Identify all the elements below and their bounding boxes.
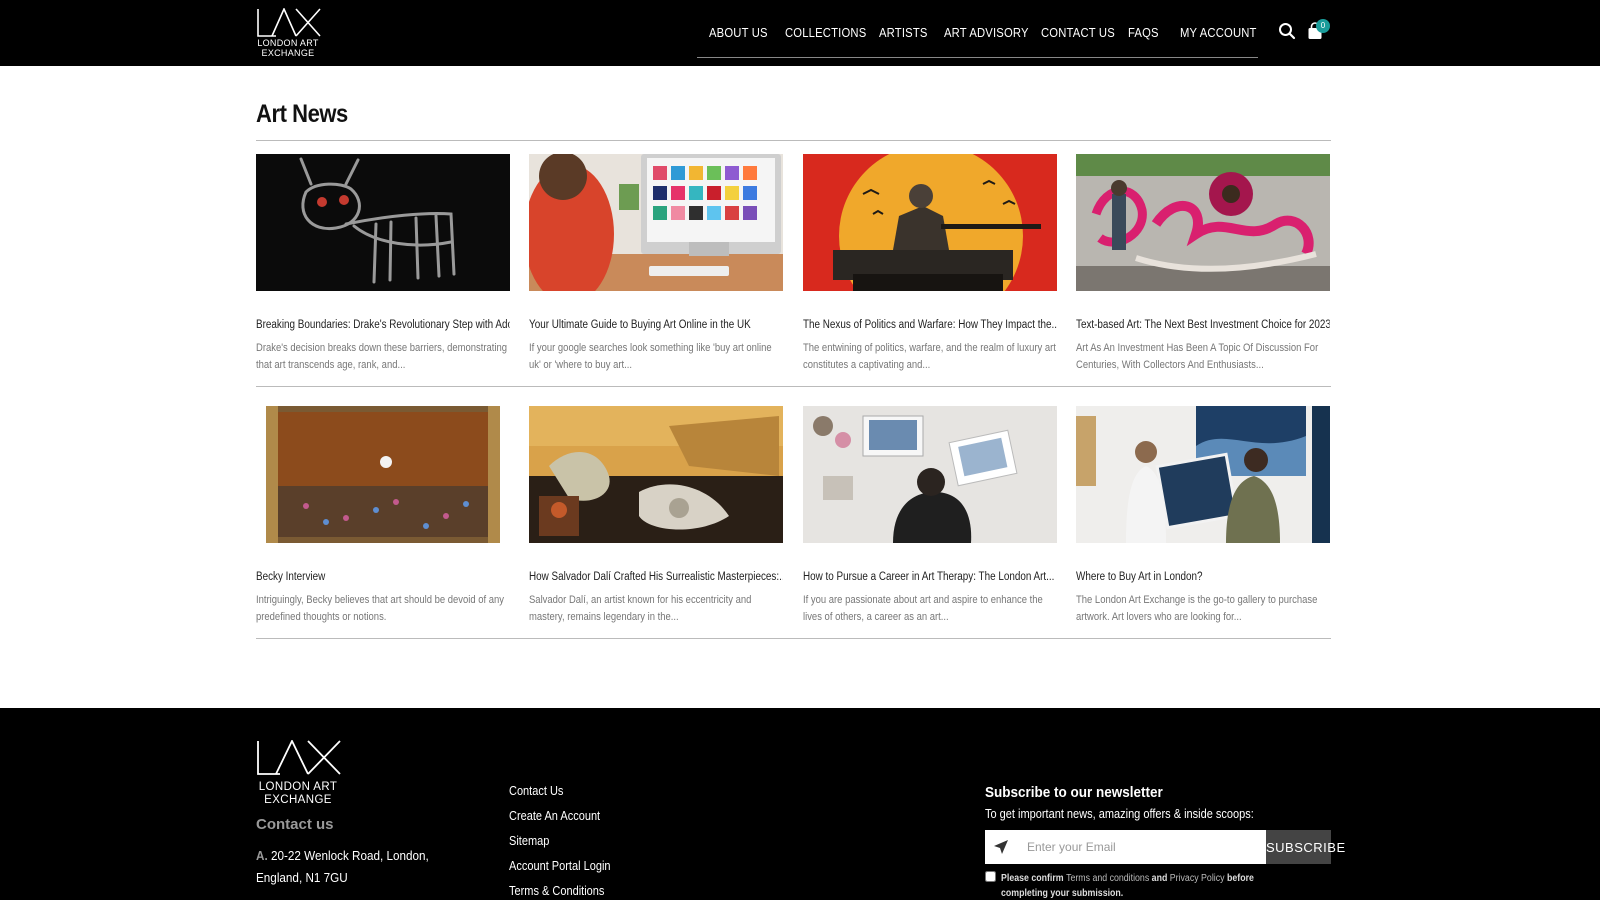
footer-link-sitemap[interactable]: Sitemap [509,834,549,848]
article-image[interactable] [1076,154,1330,291]
article-card[interactable]: How Salvador Dalí Crafted His Surrealist… [529,406,783,623]
logo-line-2: EXCHANGE [261,48,315,58]
footer-link-create-account[interactable]: Create An Account [509,809,600,823]
article-excerpt: Drake's decision breaks down these barri… [256,342,508,371]
article-card[interactable]: Where to Buy Art in London? The London A… [1076,406,1330,623]
article-title[interactable]: How Salvador Dalí Crafted His Surrealist… [529,571,783,583]
article-title[interactable]: Becky Interview [256,571,510,583]
article-excerpt: Art As An Investment Has Been A Topic Of… [1076,342,1319,371]
address-text: 20-22 Wenlock Road, London, England, N1 … [256,848,429,885]
footer-logo[interactable]: LONDON ART EXCHANGE [256,738,346,806]
footer-logo-line-2: EXCHANGE [264,794,332,806]
nav-my-account[interactable]: MY ACCOUNT [1180,26,1257,40]
nav-collections[interactable]: COLLECTIONS [785,26,866,40]
footer-link-terms[interactable]: Terms & Conditions [509,884,604,898]
nav-contact-us[interactable]: CONTACT US [1041,26,1115,40]
newsletter-subtitle: To get important news, amazing offers & … [985,807,1254,821]
newsletter-email-input[interactable] [1027,830,1251,864]
article-title[interactable]: How to Pursue a Career in Art Therapy: T… [803,571,1057,583]
site-header: LONDON ART EXCHANGE ABOUT US COLLECTIONS… [0,0,1600,66]
cart-count-badge: 0 [1316,19,1330,33]
nav-underline [697,57,1258,58]
article-title[interactable]: Breaking Boundaries: Drake's Revolutiona… [256,319,510,331]
article-card[interactable]: Breaking Boundaries: Drake's Revolutiona… [256,154,510,371]
site-logo[interactable]: LONDON ART EXCHANGE [256,8,328,60]
nav-art-advisory[interactable]: ART ADVISORY [944,26,1029,40]
article-excerpt: If you are passionate about art and aspi… [803,594,1043,623]
footer-logo-line-1: LONDON ART [258,781,338,793]
newsletter-form: SUBSCRIBE [985,830,1345,864]
row-divider [256,638,1331,639]
site-footer [0,708,1600,900]
nav-artists[interactable]: ARTISTS [879,26,928,40]
article-card[interactable]: Your Ultimate Guide to Buying Art Online… [529,154,783,371]
nav-about-us[interactable]: ABOUT US [709,26,768,40]
privacy-link[interactable]: Privacy Policy [1170,873,1225,884]
article-card[interactable]: Text-based Art: The Next Best Investment… [1076,154,1330,371]
search-icon[interactable] [1278,22,1298,42]
article-image[interactable] [529,154,783,291]
nav-faqs[interactable]: FAQS [1128,26,1159,40]
article-card[interactable]: The Nexus of Politics and Warfare: How T… [803,154,1057,371]
article-image[interactable] [256,406,510,543]
article-excerpt: If your google searches look something l… [529,342,772,371]
article-image[interactable] [803,154,1057,291]
newsletter-title: Subscribe to our newsletter [985,784,1163,801]
row-divider [256,386,1331,387]
article-card[interactable]: Becky Interview Intriguingly, Becky beli… [256,406,510,623]
article-excerpt: The London Art Exchange is the go-to gal… [1076,594,1318,623]
article-title[interactable]: Your Ultimate Guide to Buying Art Online… [529,319,783,331]
article-image[interactable] [256,154,510,291]
article-title[interactable]: Text-based Art: The Next Best Investment… [1076,319,1330,331]
article-excerpt: Intriguingly, Becky believes that art sh… [256,594,505,623]
article-title[interactable]: The Nexus of Politics and Warfare: How T… [803,319,1057,331]
article-image[interactable] [803,406,1057,543]
send-icon [993,839,1009,855]
logo-line-1: LONDON ART [257,38,319,48]
footer-contact-title: Contact us [256,816,334,833]
footer-address: A. 20-22 Wenlock Road, London, England, … [256,845,463,889]
title-divider [256,140,1331,141]
article-excerpt: The entwining of politics, warfare, and … [803,342,1056,371]
footer-link-contact-us[interactable]: Contact Us [509,784,563,798]
subscribe-button[interactable]: SUBSCRIBE [1266,830,1345,864]
consent-pre: Please confirm [1001,873,1064,884]
article-title[interactable]: Where to Buy Art in London? [1076,571,1330,583]
lax-logo-mark [257,738,341,775]
consent-and: and [1151,873,1168,884]
article-excerpt: Salvador Dalí, an artist known for his e… [529,594,752,623]
footer-link-account-portal-login[interactable]: Account Portal Login [509,859,611,873]
terms-link[interactable]: Terms and conditions [1066,873,1149,884]
newsletter-consent-text: Please confirm Terms and conditions and … [1001,871,1300,900]
consent-checkbox[interactable] [985,871,996,882]
article-card[interactable]: How to Pursue a Career in Art Therapy: T… [803,406,1057,623]
article-image[interactable] [1076,406,1330,543]
address-label: A. [256,848,268,863]
article-image[interactable] [529,406,783,543]
lax-logo-mark [257,8,321,37]
page-title: Art News [256,100,348,128]
